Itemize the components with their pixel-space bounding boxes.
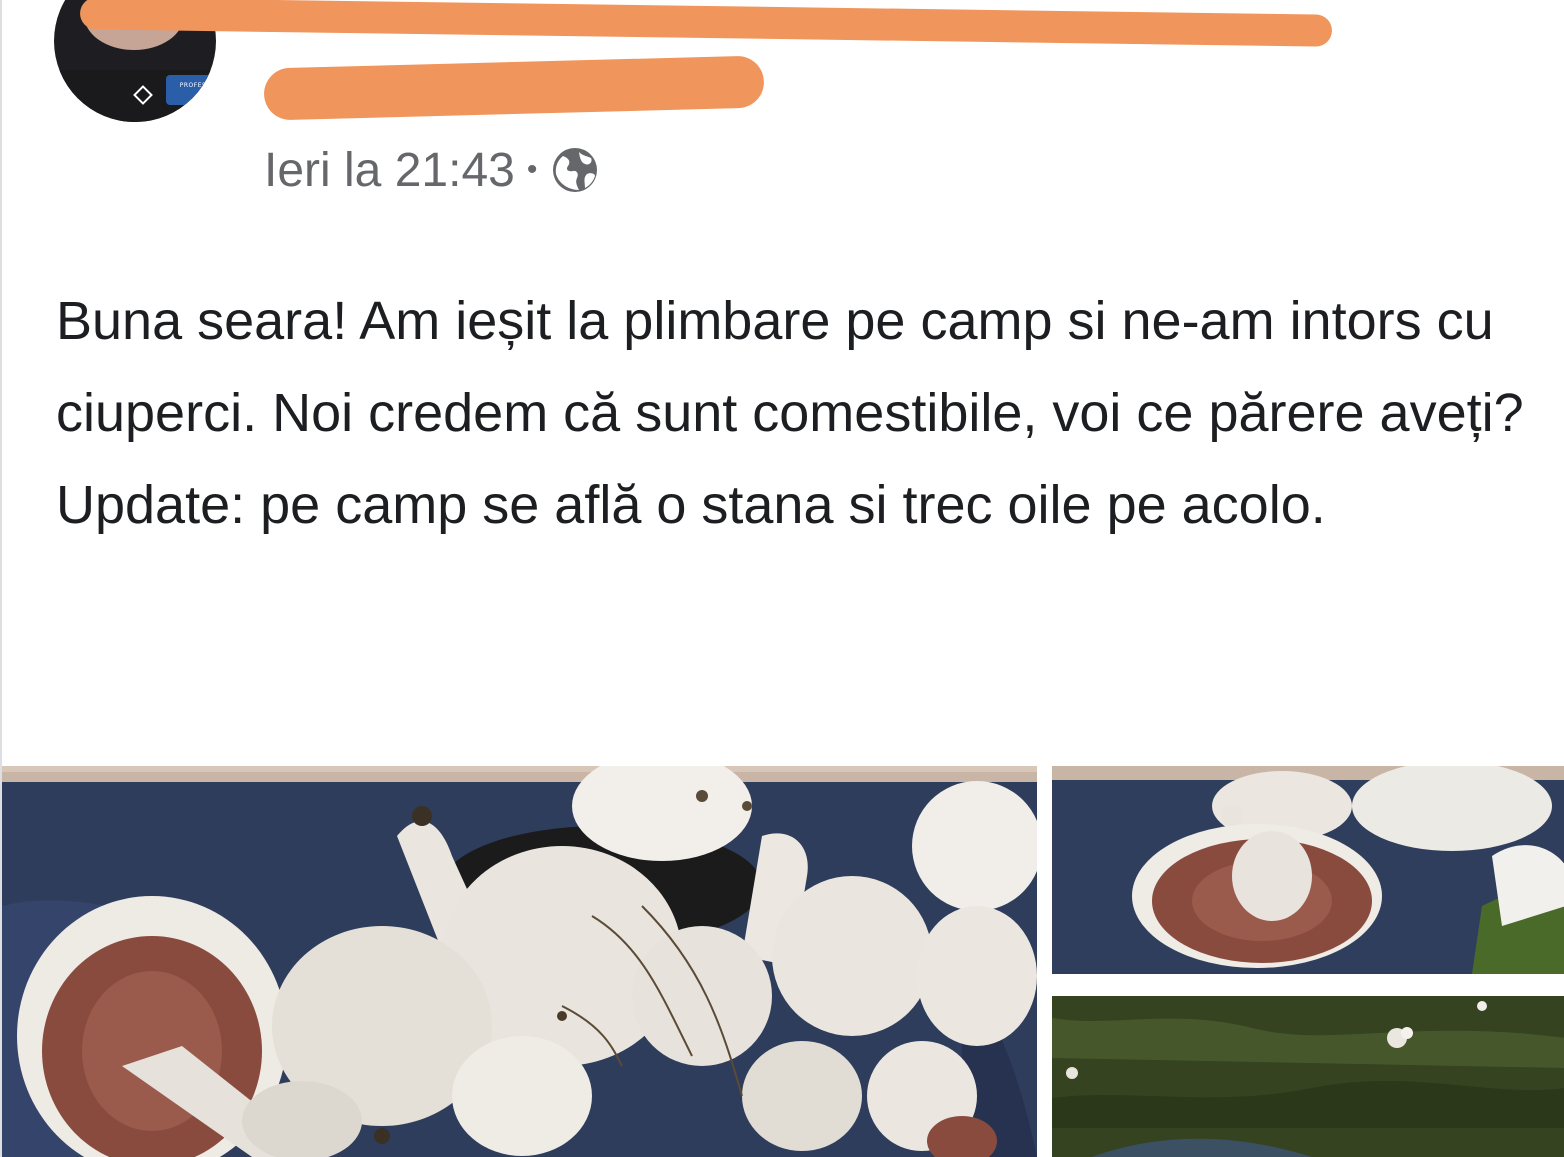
post-text-update: Update: pe camp se află o stana si trec … [56, 475, 1326, 535]
photo-mushroom-gills[interactable] [1052, 766, 1564, 974]
mushroom-gills-photo-icon [1052, 766, 1564, 974]
post-timestamp[interactable]: Ieri la 21:43 [264, 143, 515, 198]
redacted-group-name [263, 55, 765, 121]
mushrooms-photo-icon [2, 766, 1037, 1157]
facebook-post: PROFESOR ONLINE Ieri la 21:43 • Buna sea… [0, 0, 1564, 1157]
globe-icon[interactable] [549, 144, 601, 196]
post-text-paragraph: Buna seara! Am ieșit la plimbare pe camp… [56, 291, 1524, 443]
redacted-author-name [79, 0, 1333, 47]
post-text: Buna seara! Am ieșit la plimbare pe camp… [56, 275, 1536, 551]
meta-separator: • [526, 153, 538, 186]
avatar-badge: PROFESOR ONLINE [166, 75, 216, 105]
post-meta: Ieri la 21:43 • [264, 140, 601, 200]
grass-photo-icon [1052, 988, 1564, 1157]
photo-mushrooms[interactable] [2, 766, 1037, 1157]
photo-grass[interactable] [1052, 988, 1564, 1157]
